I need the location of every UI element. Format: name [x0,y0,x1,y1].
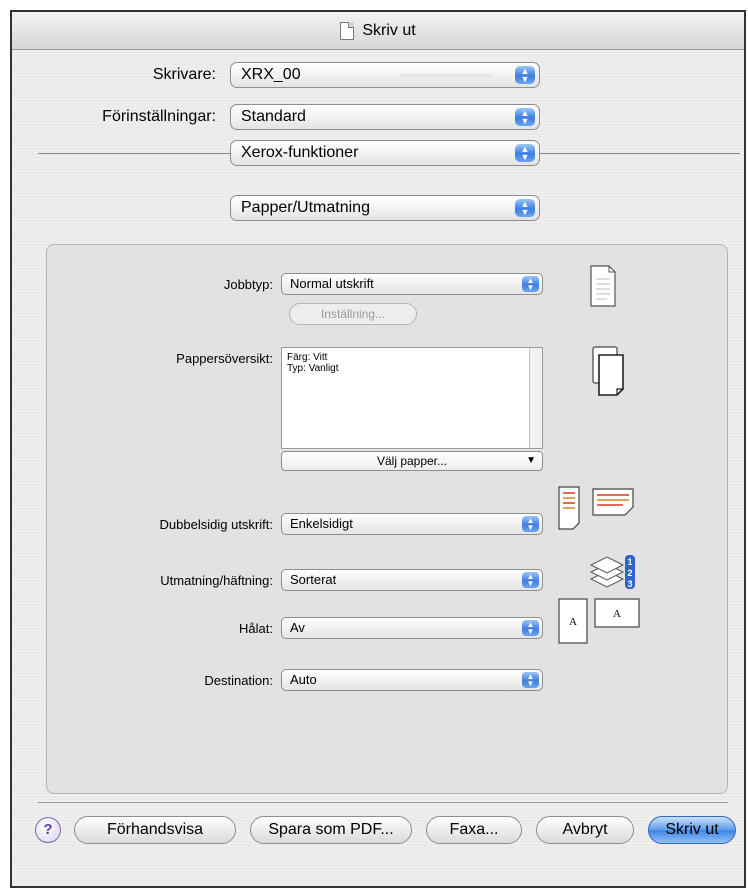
printer-popup[interactable]: XRX_00 ▲ ▼ [230,62,540,88]
duplex-value: Enkelsidigt [290,516,353,531]
punch-value: Av [290,620,305,635]
job-type-label: Jobbtyp: [223,277,273,292]
popup-arrows-icon: ▲ ▼ [522,572,539,588]
select-paper-label: Välj papper... [376,454,448,468]
setup-button[interactable]: Inställning... [289,303,417,325]
svg-text:1: 1 [627,557,632,567]
popup-arrows-icon: ▲ ▼ [515,144,535,162]
popup-arrows-icon: ▲ ▼ [515,66,535,84]
options-panel: Jobbtyp: Normal utskrift ▲ ▼ Inställning.… [46,244,728,794]
help-button[interactable]: ? [35,817,61,843]
punch-label: Hålat: [239,621,273,636]
select-paper-pulldown[interactable]: Välj papper... ▼ [281,451,543,471]
duplex-label: Dubbelsidig utskrift: [159,517,273,532]
paper-summary-label: Pappersöversikt: [176,351,273,366]
feature-set-value: Xerox-funktioner [241,144,359,161]
job-type-value: Normal utskrift [290,276,374,291]
presets-label: Förinställningar: [102,108,216,125]
popup-arrows-icon: ▲ ▼ [522,276,539,292]
separator-left [38,153,230,154]
printer-name-mask [401,74,491,77]
popup-arrows-icon: ▲ ▼ [522,672,539,688]
presets-popup[interactable]: Standard ▲ ▼ [230,104,540,130]
print-dialog: Skriv ut Skrivare: XRX_00 ▲ ▼ Förinställn… [10,10,746,888]
output-popup[interactable]: Sorterat ▲ ▼ [281,569,543,591]
popup-arrows-icon: ▲ ▼ [522,516,539,532]
title-bar: Skriv ut [12,12,744,50]
paper-type-line: Typ: Vanligt [287,363,339,374]
print-button[interactable]: Skriv ut [648,816,736,844]
duplex-pages-icon [558,486,634,530]
feature-set-popup[interactable]: Xerox-funktioner ▲ ▼ [230,140,540,166]
list-scrollbar[interactable] [529,348,542,448]
window-title: Skriv ut [362,21,416,39]
punch-popup[interactable]: Av ▲ ▼ [281,617,543,639]
job-type-popup[interactable]: Normal utskrift ▲ ▼ [281,273,543,295]
collated-stack-icon: 1 2 3 [589,555,635,589]
popup-arrows-icon: ▲ ▼ [515,108,535,126]
pulldown-triangle-icon: ▼ [526,455,536,466]
paper-color-line: Färg: Vitt [287,352,328,363]
paper-stack-icon [592,346,624,396]
paper-summary-list[interactable]: Färg: Vitt Typ: Vanligt [281,347,543,449]
footer-separator [38,802,728,803]
cancel-button[interactable]: Avbryt [536,816,634,844]
destination-popup[interactable]: Auto ▲ ▼ [281,669,543,691]
job-document-icon [590,265,616,307]
output-label: Utmatning/häftning: [160,573,273,588]
feature-page-value: Papper/Utmatning [241,199,370,216]
destination-label: Destination: [204,673,273,688]
punch-page-letter: A [569,616,577,628]
popup-arrows-icon: ▲ ▼ [522,620,539,636]
document-icon [340,21,355,40]
separator-right [540,153,740,154]
feature-page-popup[interactable]: Papper/Utmatning ▲ ▼ [230,195,540,221]
printer-label: Skrivare: [152,66,216,83]
svg-text:2: 2 [627,568,632,578]
punch-pages-icon: A A [558,598,640,644]
printer-value: XRX_00 [241,66,301,83]
duplex-popup[interactable]: Enkelsidigt ▲ ▼ [281,513,543,535]
save-as-pdf-button[interactable]: Spara som PDF... [250,816,412,844]
svg-text:3: 3 [627,579,632,589]
presets-value: Standard [241,108,306,125]
fax-button[interactable]: Faxa... [426,816,522,844]
output-value: Sorterat [290,572,337,587]
preview-button[interactable]: Förhandsvisa [74,816,236,844]
destination-value: Auto [290,672,317,687]
popup-arrows-icon: ▲ ▼ [515,199,535,217]
punch-page-letter: A [613,608,621,620]
